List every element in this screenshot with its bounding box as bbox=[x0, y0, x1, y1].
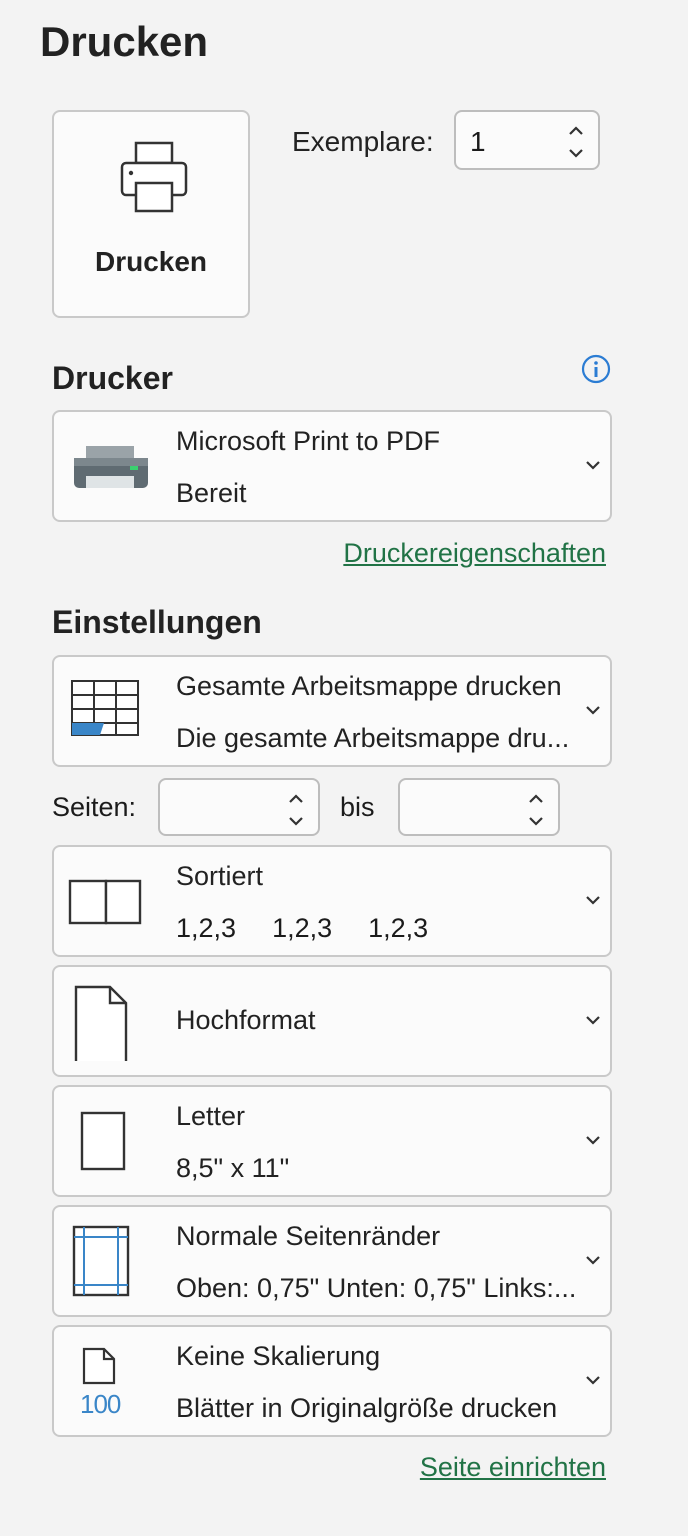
chevron-down-icon bbox=[586, 1376, 600, 1385]
print-button-label: Drucken bbox=[94, 246, 208, 277]
stepper-arrows-icon[interactable] bbox=[286, 788, 306, 832]
collation-seq-item: 1,2,3 bbox=[272, 913, 333, 943]
info-icon[interactable] bbox=[580, 353, 612, 385]
pages-label: Seiten: bbox=[52, 792, 137, 822]
margins-title: Normale Seitenränder bbox=[176, 1221, 441, 1251]
paper-size-dimensions: 8,5" x 11" bbox=[176, 1153, 290, 1183]
margins-icon bbox=[72, 1225, 130, 1297]
chevron-down-icon bbox=[586, 706, 600, 715]
pages-from-stepper[interactable] bbox=[158, 778, 320, 836]
chevron-down-icon bbox=[586, 1016, 600, 1025]
print-scope-title: Gesamte Arbeitsmappe drucken bbox=[176, 671, 562, 701]
copies-value: 1 bbox=[470, 126, 486, 157]
chevron-down-icon bbox=[586, 461, 600, 470]
chevron-down-icon bbox=[586, 1136, 600, 1145]
print-button[interactable]: Drucken bbox=[52, 110, 250, 318]
copies-label: Exemplare: bbox=[292, 126, 434, 157]
printer-dropdown[interactable]: Microsoft Print to PDF Bereit bbox=[52, 410, 612, 522]
orientation-dropdown[interactable]: Hochformat bbox=[52, 965, 612, 1077]
pages-to-stepper[interactable] bbox=[398, 778, 560, 836]
copies-stepper[interactable]: 1 bbox=[454, 110, 600, 170]
collation-title: Sortiert bbox=[176, 861, 264, 891]
print-scope-dropdown[interactable]: Gesamte Arbeitsmappe drucken Die gesamte… bbox=[52, 655, 612, 767]
chevron-down-icon bbox=[586, 896, 600, 905]
printer-icon bbox=[120, 141, 188, 213]
printer-properties-link[interactable]: Druckereigenschaften bbox=[343, 538, 606, 569]
paper-size-dropdown[interactable]: Letter 8,5" x 11" bbox=[52, 1085, 612, 1197]
print-scope-description: Die gesamte Arbeitsmappe dru... bbox=[176, 723, 570, 753]
workbook-icon bbox=[71, 680, 139, 736]
printer-device-icon bbox=[74, 446, 148, 488]
printer-name: Microsoft Print to PDF bbox=[176, 426, 441, 456]
stepper-arrows-icon[interactable] bbox=[526, 788, 546, 832]
settings-section-title: Einstellungen bbox=[52, 604, 262, 640]
scaling-dropdown[interactable]: 100 Keine Skalierung Blätter in Original… bbox=[52, 1325, 612, 1437]
paper-size-name: Letter bbox=[176, 1101, 246, 1131]
scaling-description: Blätter in Originalgröße drucken bbox=[176, 1393, 558, 1423]
page-setup-link[interactable]: Seite einrichten bbox=[420, 1452, 606, 1483]
orientation-label: Hochformat bbox=[176, 1005, 316, 1035]
printer-section-title: Drucker bbox=[52, 360, 173, 396]
collated-pages-icon bbox=[68, 879, 142, 925]
stepper-arrows-icon[interactable] bbox=[566, 120, 586, 164]
page-title: Drucken bbox=[40, 18, 209, 65]
portrait-page-icon bbox=[74, 985, 128, 1061]
pages-to-label: bis bbox=[340, 792, 375, 822]
collation-dropdown[interactable]: Sortiert 1,2,3 1,2,3 1,2,3 bbox=[52, 845, 612, 957]
paper-size-icon bbox=[80, 1111, 126, 1171]
printer-status: Bereit bbox=[176, 478, 247, 508]
chevron-down-icon bbox=[586, 1256, 600, 1265]
margins-description: Oben: 0,75" Unten: 0,75" Links:... bbox=[176, 1273, 577, 1303]
collation-seq-item: 1,2,3 bbox=[368, 913, 429, 943]
scaling-percent-label: 100 bbox=[80, 1389, 121, 1419]
collation-sequence: 1,2,3 1,2,3 1,2,3 bbox=[176, 913, 464, 944]
scaling-title: Keine Skalierung bbox=[176, 1341, 381, 1371]
margins-dropdown[interactable]: Normale Seitenränder Oben: 0,75" Unten: … bbox=[52, 1205, 612, 1317]
collation-seq-item: 1,2,3 bbox=[176, 913, 237, 943]
